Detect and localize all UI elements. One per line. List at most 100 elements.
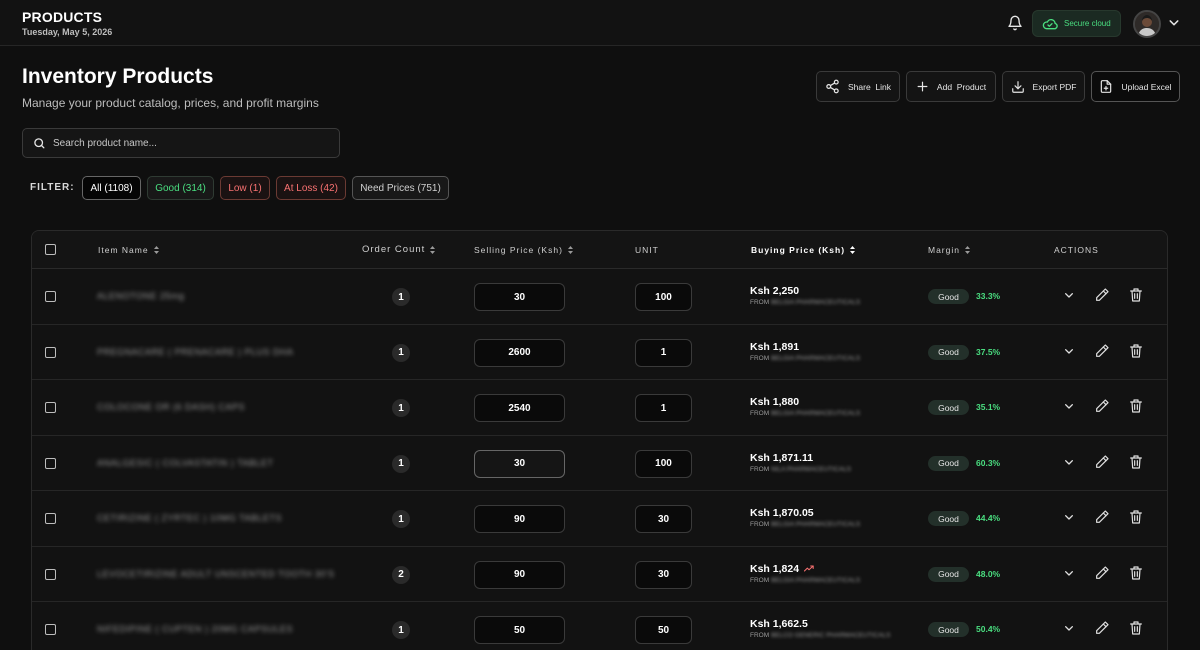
- export-pdf-button[interactable]: Export PDF: [1002, 71, 1085, 102]
- supplier-line: FROM BELGIA PHARMACEUTICALS: [750, 521, 860, 528]
- cloud-check-icon: [1042, 18, 1058, 29]
- buying-price-value: Ksh 1,871.11: [750, 451, 814, 464]
- order-count-badge: 2: [392, 565, 410, 584]
- supplier-line: FROM BELGIA PHARMACEUTICALS: [750, 299, 860, 306]
- buying-price-value-wrap: Ksh 1,662.5: [750, 618, 891, 630]
- secure-cloud-badge: Secure cloud: [1032, 10, 1121, 37]
- edit-pencil-icon[interactable]: [1094, 620, 1110, 636]
- row-checkbox[interactable]: [45, 624, 56, 635]
- trash-icon[interactable]: [1128, 620, 1144, 636]
- buying-price-value: Ksh 1,880: [750, 396, 800, 408]
- share-link-button[interactable]: Share Link: [816, 71, 900, 102]
- search-input[interactable]: [53, 137, 323, 149]
- add-product-button[interactable]: Add Product: [906, 71, 996, 102]
- buying-price-value: Ksh 1,824: [750, 562, 800, 575]
- filter-chip-need-prices[interactable]: Need Prices (751): [352, 176, 449, 200]
- row-checkbox[interactable]: [45, 291, 56, 302]
- trash-icon[interactable]: [1128, 509, 1144, 525]
- sort-icon: [567, 246, 573, 254]
- supplier-from-label: FROM: [750, 354, 770, 362]
- unit-input[interactable]: 30: [635, 560, 692, 589]
- selling-price-input[interactable]: 90: [474, 560, 565, 589]
- item-name: NIFEDIPINE ( CUPTEN ) 20MG CAPSULES: [97, 624, 294, 634]
- bell-icon[interactable]: [1007, 15, 1023, 31]
- row-checkbox[interactable]: [45, 457, 56, 469]
- buying-price: Ksh 1,824 FROM BELGIA PHARMACEUTICALS: [750, 563, 860, 584]
- share-link-label: Share Link: [848, 81, 891, 92]
- column-selling-price[interactable]: Selling Price (Ksh): [474, 245, 574, 255]
- supplier-name: NILA PHARMACEUTICALS: [770, 465, 852, 473]
- trash-icon[interactable]: [1128, 398, 1144, 414]
- chevron-down-icon[interactable]: [1061, 398, 1077, 414]
- row-checkbox[interactable]: [45, 402, 56, 413]
- margin-percent: 50.4%: [976, 624, 1001, 634]
- chevron-down-icon[interactable]: [1061, 565, 1077, 581]
- column-margin[interactable]: Margin: [928, 245, 971, 255]
- buying-price-value: Ksh 1,891: [750, 340, 800, 353]
- selling-price-input[interactable]: 90: [474, 505, 565, 533]
- supplier-name: BELCO GENERIC PHARMACEUTICALS: [770, 632, 891, 639]
- selling-price-input[interactable]: 2540: [474, 394, 565, 422]
- selling-price-input[interactable]: 2600: [474, 338, 565, 367]
- supplier-name: BELGIA PHARMACEUTICALS: [770, 299, 861, 306]
- table-row: ALENOTONE 25mg 1 30 100 Ksh 2,250 FROM B…: [32, 269, 1167, 325]
- chevron-down-icon[interactable]: [1169, 19, 1179, 27]
- filter-chip-all[interactable]: All (1108): [82, 176, 141, 200]
- trash-icon[interactable]: [1128, 565, 1144, 581]
- buying-price-value-wrap: Ksh 1,870.05: [750, 507, 860, 519]
- add-product-label: Add Product: [936, 81, 987, 92]
- unit-input[interactable]: 1: [635, 394, 692, 422]
- item-name: ALENOTONE 25mg: [97, 291, 185, 301]
- filter-chip-low[interactable]: Low (1): [220, 176, 270, 200]
- supplier-name: BELGIA PHARMACEUTICALS: [770, 354, 861, 362]
- margin-status-badge: Good: [928, 400, 969, 415]
- select-all-checkbox[interactable]: [45, 244, 56, 255]
- chevron-down-icon[interactable]: [1061, 454, 1077, 470]
- supplier-line: FROM BELGIA PHARMACEUTICALS: [750, 577, 860, 584]
- chevron-down-icon[interactable]: [1061, 509, 1077, 525]
- unit-input[interactable]: 50: [635, 616, 692, 644]
- upload-excel-button[interactable]: Upload Excel: [1091, 71, 1180, 102]
- edit-pencil-icon[interactable]: [1094, 287, 1110, 303]
- supplier-line: FROM NILA PHARMACEUTICALS: [750, 466, 851, 473]
- row-checkbox[interactable]: [45, 346, 56, 358]
- edit-pencil-icon[interactable]: [1094, 343, 1110, 359]
- unit-input[interactable]: 30: [635, 505, 692, 533]
- edit-pencil-icon[interactable]: [1094, 398, 1110, 414]
- chevron-down-icon[interactable]: [1061, 343, 1077, 359]
- margin-status-badge: Good: [928, 455, 969, 471]
- filter-label: FILTER:: [30, 182, 75, 193]
- column-buying-price[interactable]: Buying Price (Ksh): [751, 245, 856, 255]
- filter-chip-good[interactable]: Good (314): [147, 176, 214, 200]
- sort-icon: [430, 245, 436, 254]
- table-header: Item Name Order Count Selling Price (Ksh…: [32, 231, 1167, 269]
- unit-input[interactable]: 1: [635, 338, 692, 367]
- supplier-line: FROM BELCO GENERIC PHARMACEUTICALS: [750, 632, 891, 639]
- top-bar: PRODUCTS Tuesday, May 5, 2026 Secure clo…: [0, 0, 1200, 46]
- edit-pencil-icon[interactable]: [1094, 509, 1110, 525]
- brand: PRODUCTS Tuesday, May 5, 2026: [22, 9, 112, 37]
- edit-pencil-icon[interactable]: [1094, 454, 1110, 470]
- item-name: ANALGESIC ( COLVASTATIN ) TABLET: [97, 457, 274, 468]
- selling-price-input[interactable]: 30: [474, 449, 565, 478]
- column-item-name[interactable]: Item Name: [98, 245, 160, 255]
- filter-chip-at-loss[interactable]: At Loss (42): [276, 176, 346, 200]
- edit-pencil-icon[interactable]: [1094, 565, 1110, 581]
- trash-icon[interactable]: [1128, 454, 1144, 470]
- unit-input[interactable]: 100: [635, 283, 692, 311]
- column-order-count[interactable]: Order Count: [362, 244, 436, 255]
- chevron-down-icon[interactable]: [1061, 287, 1077, 303]
- trash-icon[interactable]: [1128, 343, 1144, 359]
- row-checkbox[interactable]: [45, 568, 56, 580]
- products-table: Item Name Order Count Selling Price (Ksh…: [31, 230, 1168, 650]
- table-row: ANALGESIC ( COLVASTATIN ) TABLET 1 30 10…: [32, 436, 1167, 491]
- buying-price-value: Ksh 1,870.05: [750, 507, 814, 519]
- buying-price-value: Ksh 2,250: [750, 285, 800, 297]
- trash-icon[interactable]: [1128, 287, 1144, 303]
- selling-price-input[interactable]: 50: [474, 616, 565, 644]
- avatar[interactable]: [1133, 10, 1161, 38]
- selling-price-input[interactable]: 30: [474, 283, 565, 311]
- unit-input[interactable]: 100: [635, 449, 692, 478]
- chevron-down-icon[interactable]: [1061, 620, 1077, 636]
- row-checkbox[interactable]: [45, 513, 56, 524]
